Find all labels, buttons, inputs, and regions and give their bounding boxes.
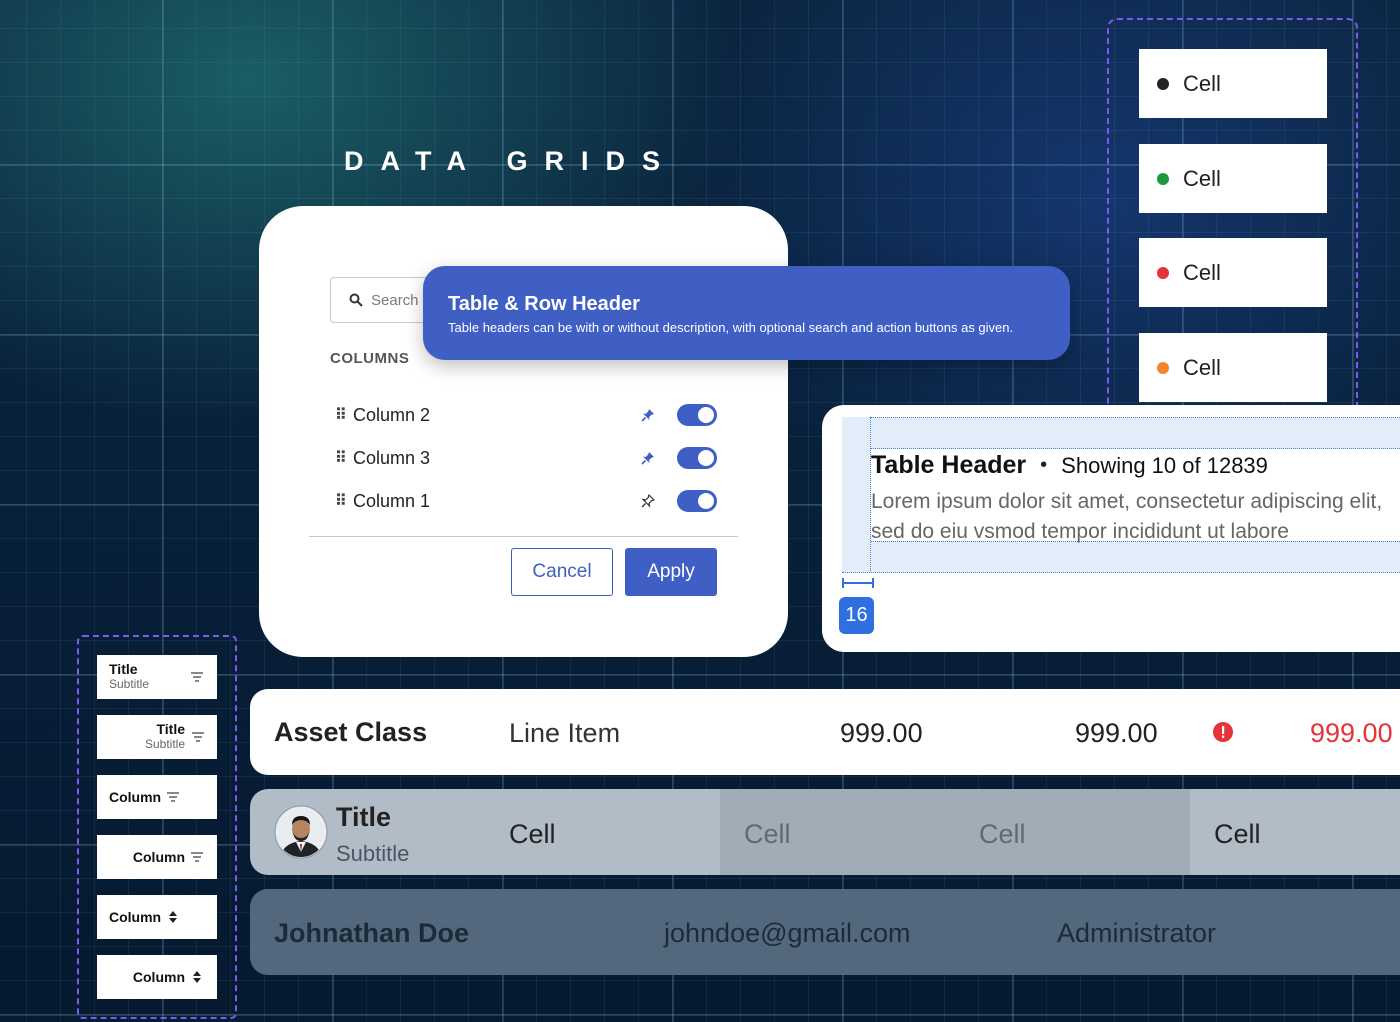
table-row[interactable]: Asset Class Line Item 999.00 999.00 999.… <box>250 689 1400 775</box>
status-cell[interactable]: Cell <box>1139 144 1327 213</box>
column-row[interactable]: ⠿ Column 1 <box>335 486 717 516</box>
apply-button[interactable]: Apply <box>625 548 717 596</box>
table-header-tooltip: Table & Row Header Table headers can be … <box>423 266 1070 360</box>
table-header-title: Table Header <box>871 451 1027 479</box>
email-cell: johndoe@gmail.com <box>664 918 911 948</box>
column-row[interactable]: ⠿ Column 2 <box>335 400 717 430</box>
header-cell-variant[interactable]: Column <box>97 835 217 879</box>
role-cell: Administrator <box>1057 918 1217 948</box>
page-title: DATA GRIDS <box>344 146 677 176</box>
table-cell: Cell <box>979 819 1026 849</box>
drag-handle-icon[interactable]: ⠿ <box>335 405 353 425</box>
status-cell-label: Cell <box>1183 70 1221 96</box>
status-cell[interactable]: Cell <box>1139 49 1327 118</box>
record-count: Showing 10 of 12839 <box>1061 452 1268 478</box>
drag-handle-icon[interactable]: ⠿ <box>335 491 353 511</box>
filter-icon[interactable] <box>191 731 205 743</box>
status-cell-label: Cell <box>1183 354 1221 380</box>
header-cell-variant[interactable]: Column <box>97 955 217 999</box>
value-cell: 999.00 <box>840 718 923 748</box>
column-label: Column 2 <box>353 404 431 425</box>
pin-filled-icon[interactable] <box>635 451 661 465</box>
header-cell-subtitle: Subtitle <box>144 737 185 751</box>
header-cell-title: Column <box>109 909 162 925</box>
status-cell-label: Cell <box>1183 165 1221 191</box>
header-cell-variant[interactable]: Column <box>97 775 217 819</box>
status-dot-icon <box>1157 361 1169 374</box>
status-cell[interactable]: Cell <box>1139 333 1327 402</box>
line-item-cell: Line Item <box>509 718 621 748</box>
header-cell-title: Column <box>132 849 185 865</box>
asset-class-cell: Asset Class <box>274 717 428 747</box>
avatar <box>274 805 328 859</box>
spacing-value-badge: 16 <box>839 597 874 634</box>
column-visibility-toggle[interactable] <box>677 447 717 469</box>
header-cell-title: Title <box>156 721 185 737</box>
alert-icon <box>1213 722 1233 742</box>
table-header-title-row: Table Header • Showing 10 of 12839 <box>871 451 1268 480</box>
status-cell[interactable]: Cell <box>1139 238 1327 307</box>
header-cell-variant[interactable]: Title Subtitle <box>97 715 217 759</box>
tooltip-title: Table & Row Header <box>448 293 640 315</box>
search-placeholder: Search <box>371 291 419 309</box>
sort-icon[interactable] <box>168 910 178 924</box>
sort-icon[interactable] <box>192 970 202 984</box>
user-name-cell: Johnathan Doe <box>274 918 470 948</box>
column-label: Column 1 <box>353 490 431 511</box>
value-cell: 999.00 <box>1075 718 1158 748</box>
filter-icon[interactable] <box>190 851 204 863</box>
cancel-button[interactable]: Cancel <box>511 548 613 596</box>
divider <box>309 536 738 537</box>
description-line: Lorem ipsum dolor sit amet, consectetur … <box>871 490 1383 513</box>
table-row[interactable]: Johnathan Doe johndoe@gmail.com Administ… <box>250 889 1400 975</box>
search-icon <box>349 293 363 307</box>
error-value-cell: 999.00 <box>1310 718 1393 748</box>
filter-icon[interactable] <box>190 671 204 683</box>
column-row[interactable]: ⠿ Column 3 <box>335 443 717 473</box>
table-cell: Cell <box>1214 819 1261 849</box>
spacing-guide-top <box>842 417 1400 449</box>
header-cell-variant[interactable]: Column <box>97 895 217 939</box>
header-cell-title: Column <box>132 969 185 985</box>
table-header-description: Lorem ipsum dolor sit amet, consectetur … <box>871 487 1400 547</box>
pin-filled-icon[interactable] <box>635 408 661 422</box>
tooltip-description: Table headers can be with or without des… <box>448 320 1014 335</box>
row-subtitle: Subtitle <box>336 841 410 866</box>
status-dot-icon <box>1157 77 1169 90</box>
filter-icon[interactable] <box>166 791 180 803</box>
description-line: sed do eiu vsmod tempor incididunt ut la… <box>871 520 1289 543</box>
column-visibility-toggle[interactable] <box>677 404 717 426</box>
spacing-guide-left <box>842 417 871 571</box>
table-header-card: Table Header • Showing 10 of 12839 Lorem… <box>822 405 1400 652</box>
column-label: Column 3 <box>353 447 431 468</box>
header-cell-subtitle: Subtitle <box>109 677 150 691</box>
header-cell-variant[interactable]: Title Subtitle <box>97 655 217 699</box>
status-dot-icon <box>1157 266 1169 279</box>
status-dot-icon <box>1157 172 1169 185</box>
table-row[interactable]: Title Subtitle Cell Cell Cell Cell <box>250 789 1400 875</box>
table-cell: Cell <box>509 819 556 849</box>
column-visibility-toggle[interactable] <box>677 490 717 512</box>
columns-heading: COLUMNS <box>330 350 410 367</box>
pin-outline-icon[interactable] <box>635 494 661 508</box>
header-cell-title: Column <box>109 789 162 805</box>
bullet-separator: • <box>1040 454 1048 476</box>
header-cell-title: Title <box>109 661 138 677</box>
spacing-measure-icon <box>842 578 874 588</box>
drag-handle-icon[interactable]: ⠿ <box>335 448 353 468</box>
row-title: Title <box>336 802 392 832</box>
table-cell: Cell <box>744 819 791 849</box>
status-cell-label: Cell <box>1183 259 1221 285</box>
